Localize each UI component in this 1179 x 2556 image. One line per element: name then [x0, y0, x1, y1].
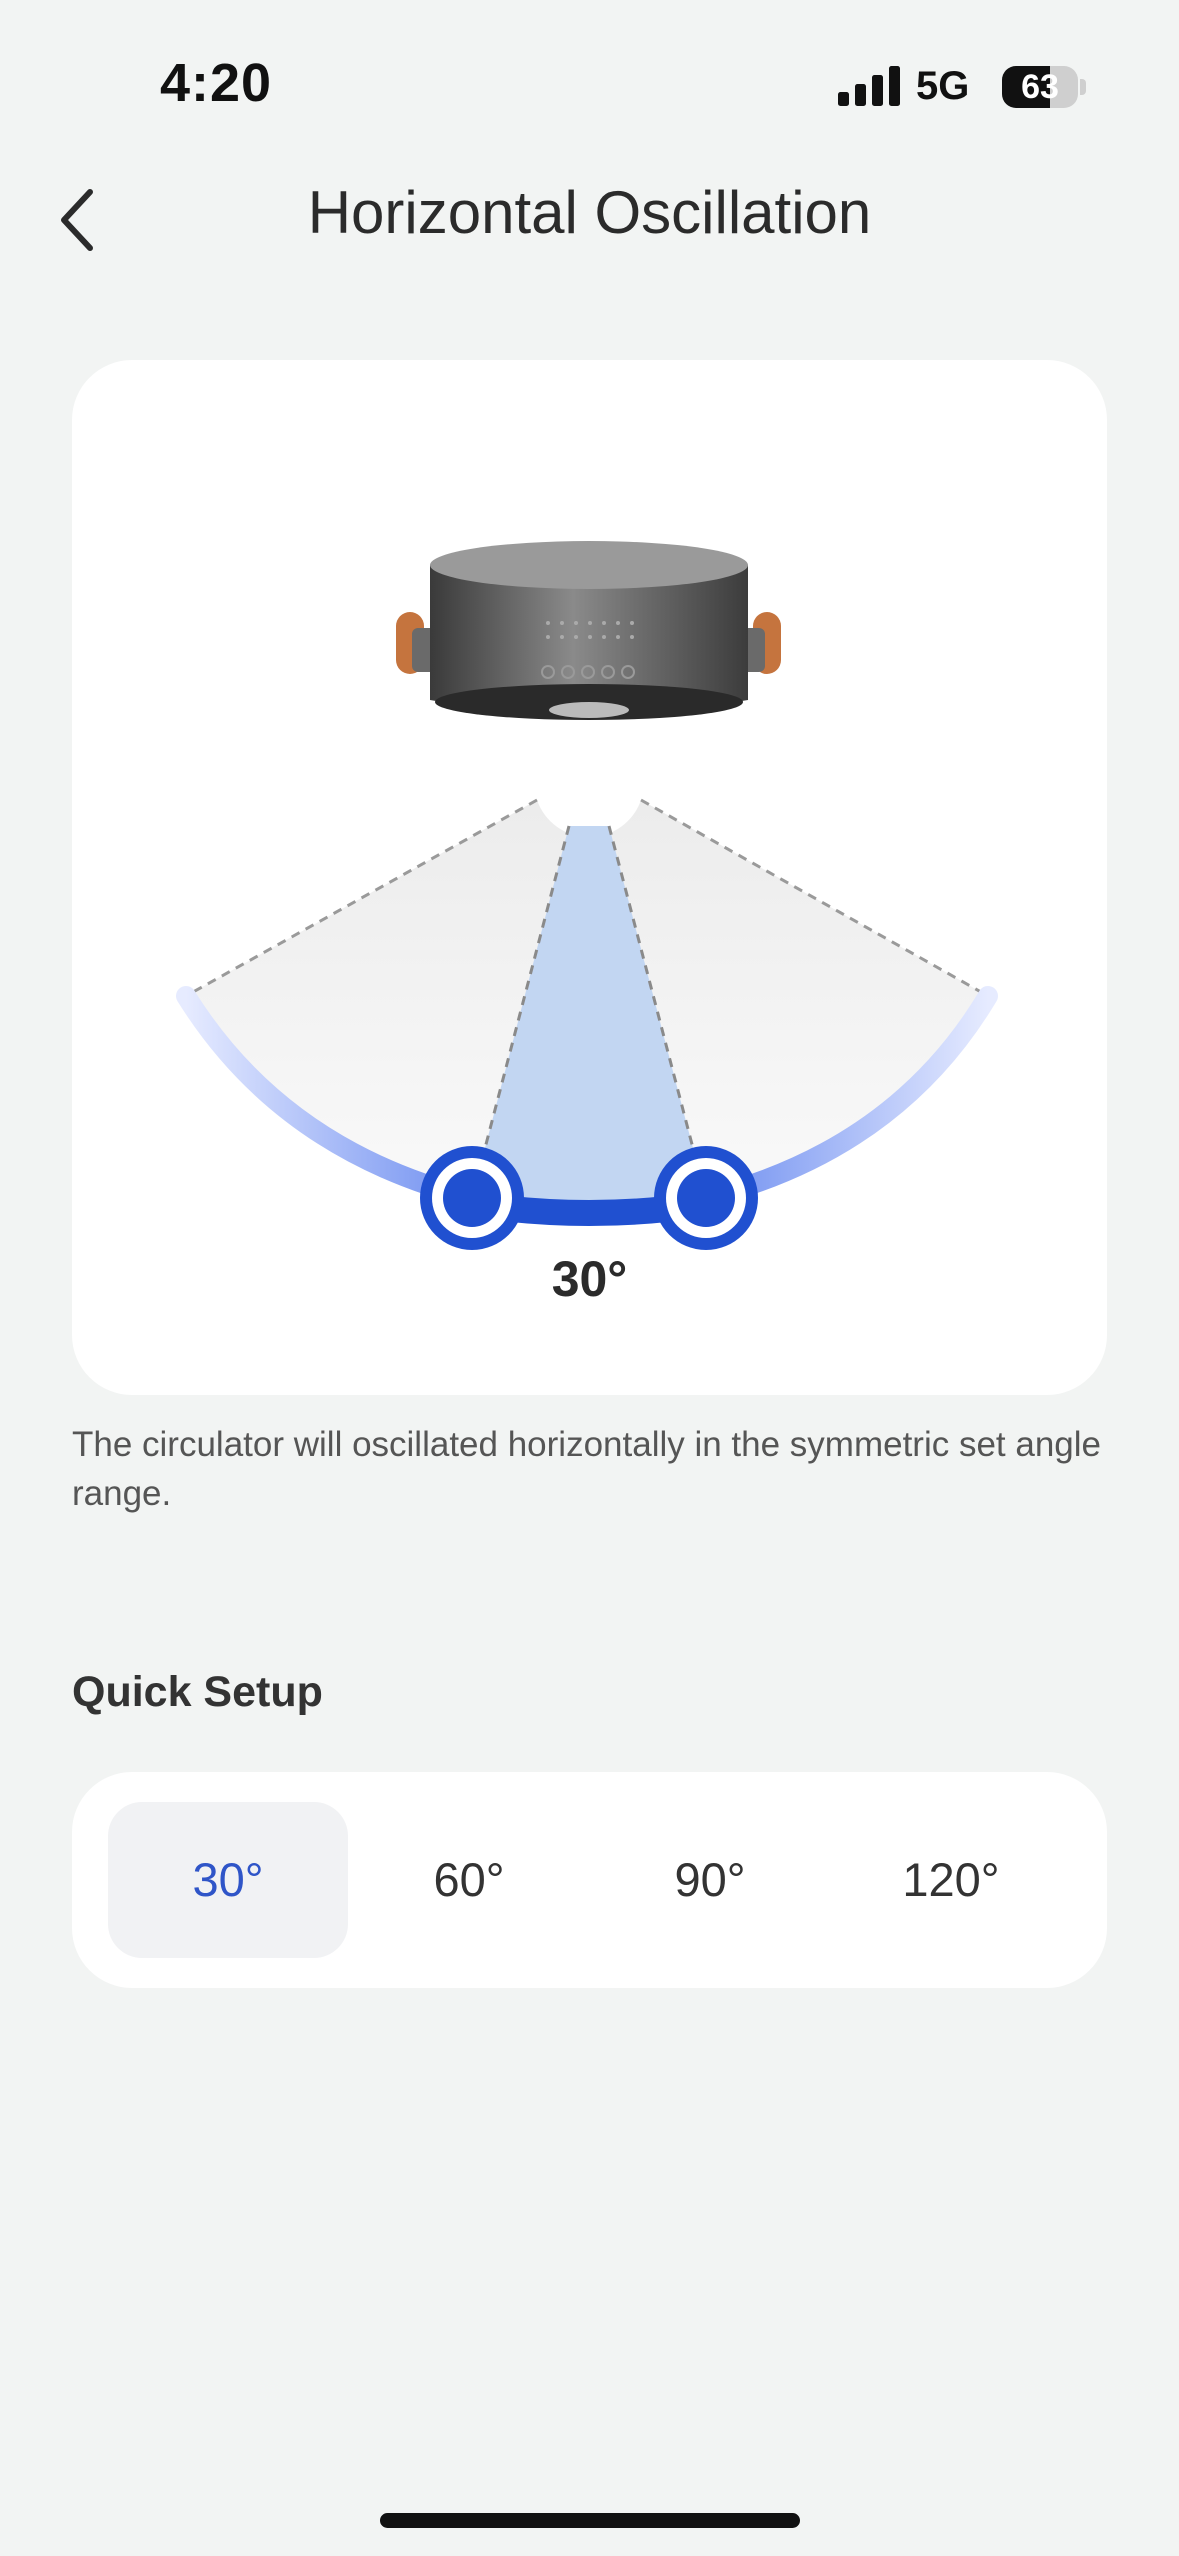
- status-time: 4:20: [160, 53, 273, 113]
- description-text: The circulator will oscillated horizonta…: [72, 1425, 1102, 1513]
- status-bar: 4:20 5G 63: [0, 0, 1179, 150]
- current-angle-label: 30°: [551, 1251, 628, 1307]
- battery-icon: 63: [1002, 66, 1086, 108]
- home-indicator: [380, 2513, 800, 2528]
- cellular-signal-icon: [838, 66, 900, 106]
- quick-option-120[interactable]: 120°: [831, 1802, 1071, 1958]
- quick-setup-card: 30° 60° 90° 120°: [72, 1772, 1107, 1988]
- oscillation-illustration-card: [72, 360, 1107, 1395]
- fan-device-image: [396, 541, 781, 720]
- right-range-handle[interactable]: [654, 1146, 758, 1250]
- quick-option-60[interactable]: 60°: [349, 1802, 589, 1958]
- quick-option-90[interactable]: 90°: [590, 1802, 830, 1958]
- battery-level-text: 63: [1021, 68, 1059, 106]
- page-title: Horizontal Oscillation: [307, 179, 872, 246]
- left-range-handle[interactable]: [420, 1146, 524, 1250]
- quick-setup-title: Quick Setup: [72, 1668, 323, 1716]
- network-label: 5G: [916, 64, 970, 108]
- quick-option-30[interactable]: 30°: [108, 1802, 348, 1958]
